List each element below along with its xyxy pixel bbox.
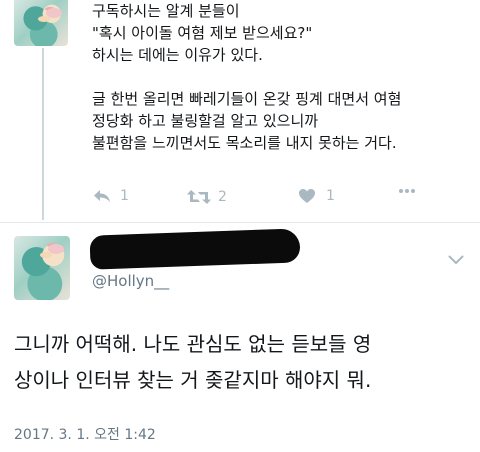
- user-handle[interactable]: @Hollyn__: [92, 272, 169, 290]
- chevron-down-icon[interactable]: [448, 250, 464, 269]
- avatar[interactable]: [14, 0, 68, 46]
- tweet-body: 그니까 어떡해. 나도 관심도 없는 듣보들 영 상이나 인터뷰 찾는 거 좆같…: [14, 326, 476, 398]
- tweet-line: 정당화 하고 불링할걸 알고 있으니까: [92, 112, 319, 130]
- avatar[interactable]: [14, 236, 70, 300]
- tweet-line: "혹시 아이돌 여혐 제보 받으세요?": [92, 24, 313, 42]
- more-icon: [398, 188, 416, 194]
- tweet-line: 글 한번 올리면 빠레기들이 온갖 핑계 대면서 여혐: [92, 90, 402, 108]
- retweet-button[interactable]: 2: [186, 188, 227, 206]
- like-button[interactable]: 1: [298, 188, 335, 204]
- tweet-line: 불편함을 느끼면서도 목소리를 내지 못하는 거다.: [92, 134, 397, 152]
- tweet-line: 그니까 어떡해. 나도 관심도 없는 듣보들 영: [14, 332, 372, 356]
- divider: [0, 222, 480, 223]
- heart-icon: [298, 188, 316, 204]
- timestamp[interactable]: 2017. 3. 1. 오전 1:42: [14, 424, 156, 444]
- tweet-line: 상이나 인터뷰 찾는 거 좆같지마 해야지 뭐.: [14, 368, 372, 392]
- like-count: 1: [326, 188, 335, 204]
- reply-icon: [92, 188, 112, 204]
- retweet-icon: [186, 188, 212, 206]
- tweet-line: 구독하시는 알계 분들이: [92, 2, 240, 20]
- reply-count: 1: [120, 188, 129, 204]
- thread-line: [42, 48, 44, 220]
- tweet-text: 구독하시는 알계 분들이 "혹시 아이돌 여혐 제보 받으세요?" 하시는 데에…: [92, 0, 472, 154]
- more-button[interactable]: [398, 188, 416, 194]
- retweet-count: 2: [218, 189, 227, 205]
- reply-button[interactable]: 1: [92, 188, 129, 204]
- redacted-display-name: [89, 228, 301, 270]
- tweet-line: 하시는 데에는 이유가 있다.: [92, 46, 263, 64]
